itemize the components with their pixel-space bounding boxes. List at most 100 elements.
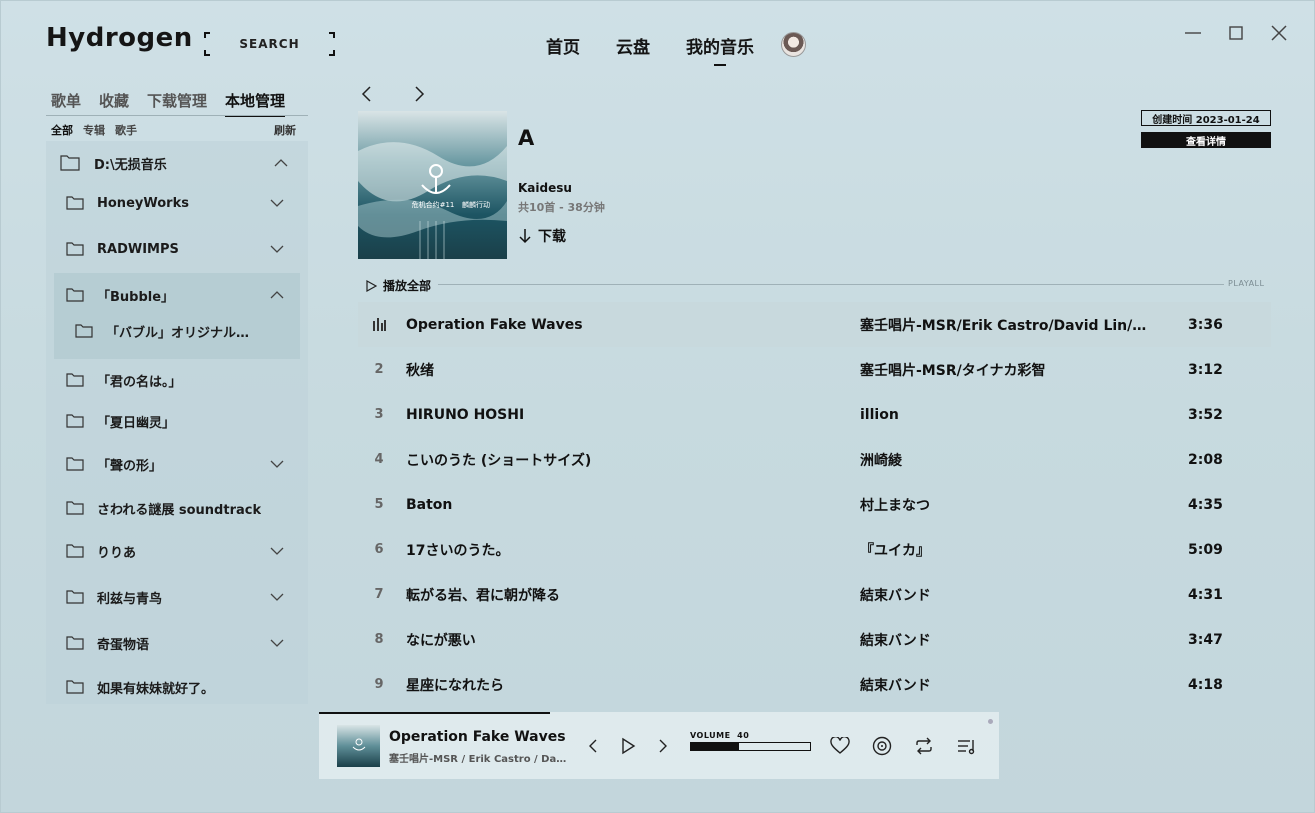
play-all-label: 播放全部 (383, 279, 432, 293)
filter-albums[interactable]: 专辑 (83, 122, 105, 138)
folder-row[interactable]: 「君の名は。」 (46, 358, 308, 402)
play-icon (366, 279, 377, 292)
table-row[interactable]: 3 HIRUNO HOSHI illion 3:52 (358, 392, 1271, 437)
created-date-badge: 创建时间 2023-01-24 (1141, 110, 1271, 126)
cover-text: 危机合约#11 (412, 200, 455, 209)
filter-all[interactable]: 全部 (51, 122, 73, 138)
track-duration: 5:09 (1188, 541, 1223, 558)
folder-label: りりあ (97, 545, 137, 561)
nav-home[interactable]: 首页 (546, 33, 580, 58)
play-all-button[interactable]: 播放全部 (365, 277, 431, 294)
nav-cloud[interactable]: 云盘 (616, 33, 650, 58)
chevron-down-icon[interactable] (270, 459, 284, 469)
view-details-button[interactable]: 查看详情 (1141, 132, 1271, 148)
table-row[interactable]: 7 転がる岩、君に朝が降る 結束バンド 4:31 (358, 572, 1271, 617)
chevron-down-icon[interactable] (270, 198, 284, 208)
track-artist[interactable]: 塞壬唱片-MSR/Erik Castro/David Lin/Sky Wang (860, 315, 1148, 335)
chevron-up-icon[interactable] (270, 290, 284, 300)
album-artist[interactable]: Kaidesu (518, 181, 572, 195)
tab-downloads[interactable]: 下载管理 (147, 90, 207, 115)
table-row[interactable]: 2 秋绪 塞壬唱片-MSR/タイナカ彩智 3:12 (358, 347, 1271, 392)
folder-icon (66, 636, 84, 650)
track-artist[interactable]: 結束バンド (860, 675, 1148, 695)
track-artist[interactable]: 村上まなつ (860, 495, 1148, 515)
folder-row[interactable]: りりあ (46, 529, 308, 573)
folder-label: 利兹与青鸟 (97, 591, 163, 607)
volume-slider[interactable] (690, 742, 811, 751)
folder-tree: D:\无损音乐 HoneyWorks RADWIMPS 「Bubble」 「バブ… (46, 141, 308, 704)
search-box[interactable] (204, 32, 335, 56)
minimize-icon[interactable] (1183, 23, 1203, 43)
folder-icon (66, 373, 84, 387)
player-bar: Operation Fake Waves 塞壬唱片-MSR / Erik Cas… (319, 712, 999, 779)
volume-fill (691, 743, 739, 750)
track-number: 6 (374, 542, 384, 557)
avatar[interactable] (781, 32, 806, 57)
track-title: こいのうた (ショートサイズ) (406, 452, 592, 469)
track-duration: 4:31 (1188, 586, 1223, 603)
playlist-icon[interactable] (957, 736, 977, 756)
disc-icon[interactable] (872, 736, 892, 756)
folder-row[interactable]: さわれる謎展 soundtrack (46, 486, 308, 530)
folder-label: 奇蛋物语 (97, 637, 150, 653)
tab-favorites[interactable]: 收藏 (99, 90, 129, 115)
track-number: 8 (374, 632, 384, 647)
repeat-icon[interactable] (914, 736, 934, 756)
folder-row[interactable]: 奇蛋物语 (46, 621, 308, 665)
folder-row[interactable]: 「バブル」オリジナル・サウンドトラック (46, 309, 308, 353)
divider (438, 284, 1224, 285)
folder-row[interactable]: D:\无损音乐 (46, 141, 308, 185)
table-row[interactable]: 4 こいのうた (ショートサイズ) 洲崎綾 2:08 (358, 437, 1271, 482)
close-icon[interactable] (1269, 23, 1289, 43)
forward-arrow-icon[interactable] (411, 85, 427, 103)
table-row[interactable]: Operation Fake Waves 塞壬唱片-MSR/Erik Castr… (358, 302, 1271, 347)
folder-row[interactable]: RADWIMPS (46, 227, 308, 271)
folder-icon (75, 324, 93, 338)
app-window: Hydrogen 首页 云盘 我的音乐 歌单 收藏 下载管理 本地管理 全部 专… (0, 0, 1315, 813)
nav-my-music[interactable]: 我的音乐 (686, 33, 754, 66)
table-row[interactable]: 6 17さいのうた。 『ユイカ』 5:09 (358, 527, 1271, 572)
search-corner (204, 32, 210, 38)
filter-artists[interactable]: 歌手 (115, 122, 137, 138)
folder-row[interactable]: 如果有妹妹就好了。 (46, 665, 308, 704)
previous-icon[interactable] (583, 736, 603, 756)
next-icon[interactable] (653, 736, 673, 756)
track-artist[interactable]: 『ユイカ』 (860, 540, 1148, 560)
heart-icon[interactable] (830, 736, 850, 756)
chevron-up-icon[interactable] (274, 158, 288, 168)
download-button[interactable]: 下载 (518, 226, 566, 246)
folder-row[interactable]: 「夏日幽灵」 (46, 399, 308, 443)
search-input[interactable] (204, 37, 335, 51)
track-artist[interactable]: 塞壬唱片-MSR/タイナカ彩智 (860, 360, 1148, 380)
track-artist[interactable]: 結束バンド (860, 630, 1148, 650)
back-arrow-icon[interactable] (359, 85, 375, 103)
player-track-artist[interactable]: 塞壬唱片-MSR / Erik Castro / David Lin / Sky… (389, 750, 569, 765)
tab-playlists[interactable]: 歌单 (51, 90, 81, 115)
table-row[interactable]: 9 星座になれたら 結束バンド 4:18 (358, 662, 1271, 707)
table-row[interactable]: 8 なにが悪い 結束バンド 3:47 (358, 617, 1271, 662)
refresh-button[interactable]: 刷新 (274, 122, 296, 138)
folder-icon (66, 288, 84, 302)
album-title: A (518, 126, 535, 150)
playback-progress[interactable] (319, 712, 551, 714)
chevron-down-icon[interactable] (270, 592, 284, 602)
folder-row[interactable]: HoneyWorks (46, 181, 308, 225)
play-icon[interactable] (618, 736, 638, 756)
track-number: 4 (374, 452, 384, 467)
maximize-icon[interactable] (1226, 23, 1246, 43)
chevron-down-icon[interactable] (270, 638, 284, 648)
now-playing-icon (373, 318, 386, 331)
player-cover[interactable] (337, 725, 380, 767)
chevron-down-icon[interactable] (270, 244, 284, 254)
chevron-down-icon[interactable] (270, 546, 284, 556)
tab-local[interactable]: 本地管理 (225, 90, 286, 117)
folder-row[interactable]: 利兹与青鸟 (46, 575, 308, 619)
track-artist[interactable]: illion (860, 407, 1148, 423)
folder-label: 「君の名は。」 (97, 374, 182, 390)
folder-icon (66, 544, 84, 558)
folder-row[interactable]: 「聲の形」 (46, 442, 308, 486)
folder-label: 「聲の形」 (97, 458, 163, 474)
track-artist[interactable]: 結束バンド (860, 585, 1148, 605)
table-row[interactable]: 5 Baton 村上まなつ 4:35 (358, 482, 1271, 527)
track-artist[interactable]: 洲崎綾 (860, 450, 1148, 470)
